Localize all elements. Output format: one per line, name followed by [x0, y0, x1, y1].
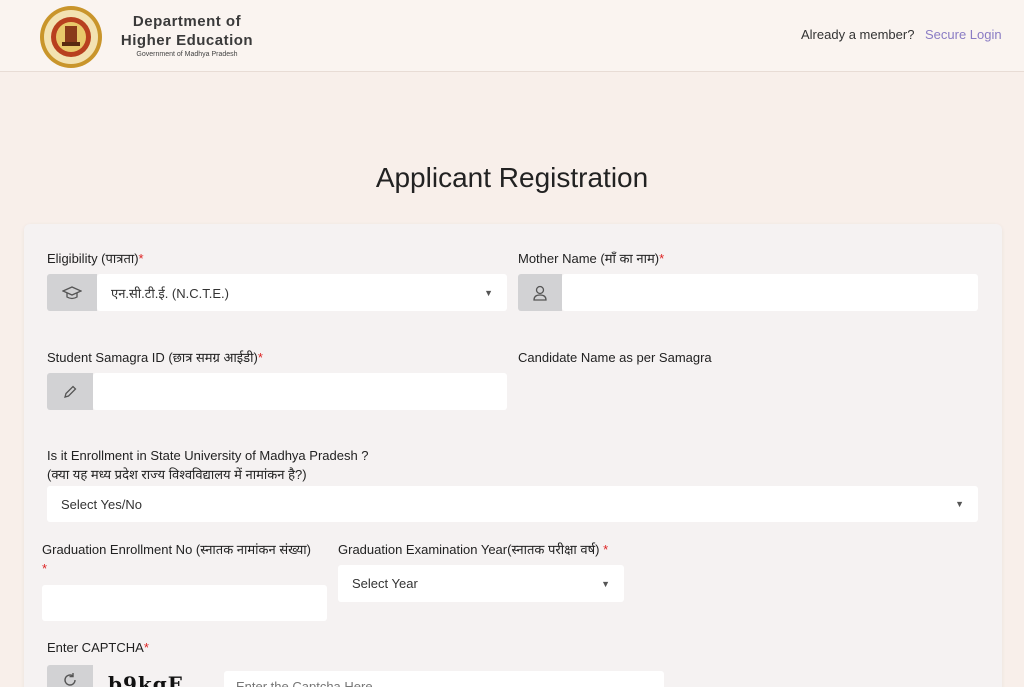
graduation-cap-icon: [62, 285, 82, 299]
eligibility-label: Eligibility (पात्रता)*: [47, 249, 144, 268]
member-text: Already a member?: [801, 27, 915, 42]
mother-name-input[interactable]: [562, 274, 978, 311]
brand-line-2: Higher Education: [120, 32, 254, 49]
captcha-refresh-button[interactable]: [47, 665, 93, 687]
chevron-down-icon: ▼: [484, 287, 493, 298]
samagra-icon-box: [47, 373, 93, 410]
chevron-down-icon: ▼: [601, 578, 610, 589]
eligibility-select[interactable]: एन.सी.टी.ई. (N.C.T.E.) ▼: [97, 274, 507, 311]
page-title: Applicant Registration: [375, 162, 649, 193]
secure-login-link[interactable]: Secure Login: [925, 27, 1002, 42]
grad-year-select[interactable]: Select Year ▼: [338, 565, 624, 602]
mp-emblem-logo[interactable]: [38, 4, 104, 70]
chevron-down-icon: ▼: [955, 499, 964, 509]
required-marker: *: [143, 640, 149, 655]
brand-line-1: Department of: [132, 13, 242, 30]
mother-name-label: Mother Name (माँ का नाम)*: [518, 249, 664, 268]
samagra-id-label-text: Student Samagra ID (छात्र समग्र आईडी): [47, 350, 258, 365]
required-marker: *: [659, 251, 665, 266]
brand-subtitle: Government of Madhya Pradesh: [136, 51, 238, 58]
samagra-id-label: Student Samagra ID (छात्र समग्र आईडी)*: [47, 348, 263, 367]
grad-year-label-text: Graduation Examination Year(स्नातक परीक्…: [338, 542, 600, 557]
captcha-label-text: Enter CAPTCHA: [47, 640, 144, 655]
grad-enrollment-label: Graduation Enrollment No (स्नातक नामांकन…: [42, 542, 311, 557]
enrollment-state-label-line2: (क्या यह मध्य प्रदेश राज्य विश्वविद्यालय…: [47, 467, 307, 482]
eligibility-selected-value: एन.सी.टी.ई. (N.C.T.E.): [111, 285, 229, 301]
user-icon: [533, 285, 547, 301]
enrollment-state-label: Is it Enrollment in State University of …: [47, 446, 369, 484]
grad-year-label: Graduation Examination Year(स्नातक परीक्…: [338, 540, 608, 559]
grad-enrollment-input[interactable]: [42, 585, 327, 621]
refresh-icon: [64, 673, 76, 686]
required-marker: *: [42, 561, 48, 576]
captcha-input[interactable]: [224, 671, 664, 687]
mother-name-icon-box: [518, 274, 562, 311]
pencil-icon: [64, 385, 77, 398]
samagra-id-input[interactable]: [93, 373, 507, 410]
enrollment-state-select[interactable]: Select Yes/No ▼: [47, 486, 978, 522]
enrollment-state-label-line1: Is it Enrollment in State University of …: [47, 448, 369, 463]
captcha-label: Enter CAPTCHA*: [47, 638, 149, 657]
candidate-name-label: Candidate Name as per Samagra: [518, 350, 712, 365]
enrollment-state-selected-value: Select Yes/No: [61, 496, 142, 512]
brand-title: Department of Higher Education: [112, 12, 262, 50]
site-header: Department of Higher Education Governmen…: [0, 0, 1024, 72]
required-marker: *: [603, 542, 609, 557]
eligibility-icon-box: [47, 274, 97, 311]
eligibility-label-text: Eligibility (पात्रता): [47, 251, 139, 266]
grad-year-selected-value: Select Year: [352, 576, 418, 591]
mother-name-label-text: Mother Name (माँ का नाम): [518, 251, 660, 266]
required-marker: *: [138, 251, 144, 266]
captcha-image: b9kgF: [108, 672, 183, 687]
required-marker: *: [257, 350, 263, 365]
